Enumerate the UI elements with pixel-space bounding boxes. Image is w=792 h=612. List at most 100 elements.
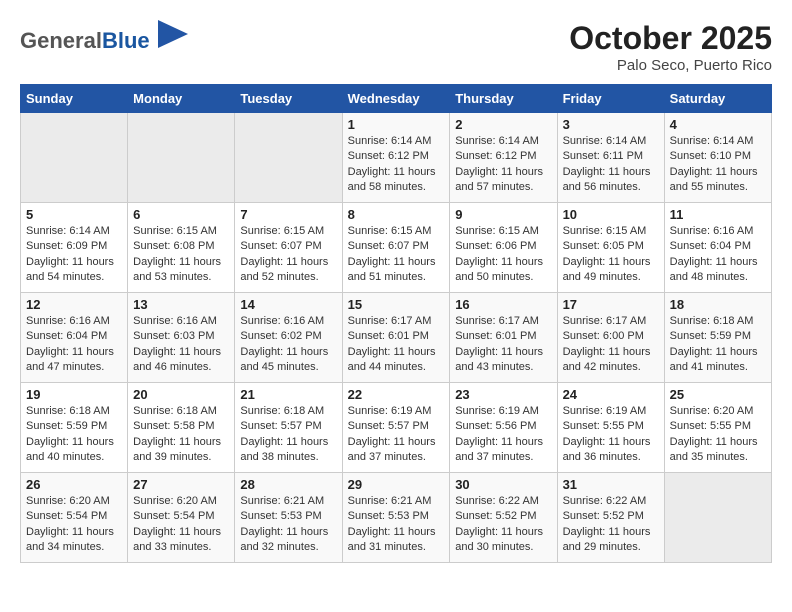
calendar-cell: 27Sunrise: 6:20 AM Sunset: 5:54 PM Dayli… xyxy=(128,473,235,563)
day-info: Sunrise: 6:16 AM Sunset: 6:04 PM Dayligh… xyxy=(26,314,122,376)
day-info: Sunrise: 6:14 AM Sunset: 6:09 PM Dayligh… xyxy=(26,224,122,286)
day-number: 6 xyxy=(133,207,229,222)
weekday-header-thursday: Thursday xyxy=(450,85,557,113)
day-info: Sunrise: 6:15 AM Sunset: 6:07 PM Dayligh… xyxy=(348,224,445,286)
calendar-cell: 1 Sunrise: 6:14 AM Sunset: 6:12 PM Daylig… xyxy=(342,113,450,203)
month-title: October 2025 xyxy=(569,20,772,57)
weekday-header-wednesday: Wednesday xyxy=(342,85,450,113)
day-info: Sunrise: 6:17 AM Sunset: 6:01 PM Dayligh… xyxy=(348,314,445,376)
calendar-cell: 9 Sunrise: 6:15 AM Sunset: 6:06 PM Daylig… xyxy=(450,203,557,293)
calendar-cell: 17Sunrise: 6:17 AM Sunset: 6:00 PM Dayli… xyxy=(557,293,664,383)
calendar-header: SundayMondayTuesdayWednesdayThursdayFrid… xyxy=(21,85,772,113)
weekday-header-row: SundayMondayTuesdayWednesdayThursdayFrid… xyxy=(21,85,772,113)
calendar-cell: 12 Sunrise: 6:16 AM Sunset: 6:04 PM Dayli… xyxy=(21,293,128,383)
day-info: Sunrise: 6:16 AM Sunset: 6:04 PM Dayligh… xyxy=(670,224,766,286)
day-info: Sunrise: 6:19 AM Sunset: 5:57 PM Dayligh… xyxy=(348,404,445,466)
day-info: Sunrise: 6:22 AM Sunset: 5:52 PM Dayligh… xyxy=(455,494,551,556)
calendar-cell: 29 Sunrise: 6:21 AM Sunset: 5:53 PM Dayli… xyxy=(342,473,450,563)
calendar-cell: 15 Sunrise: 6:17 AM Sunset: 6:01 PM Dayli… xyxy=(342,293,450,383)
calendar-cell: 26 Sunrise: 6:20 AM Sunset: 5:54 PM Dayli… xyxy=(21,473,128,563)
location-subtitle: Palo Seco, Puerto Rico xyxy=(569,57,772,74)
day-number: 11 xyxy=(670,207,766,222)
day-info: Sunrise: 6:18 AM Sunset: 5:58 PM Dayligh… xyxy=(133,404,229,466)
day-number: 26 xyxy=(26,477,122,492)
day-number: 28 xyxy=(240,477,336,492)
calendar-cell xyxy=(235,113,342,203)
day-number: 1 xyxy=(348,117,445,132)
calendar-cell: 3 Sunrise: 6:14 AM Sunset: 6:11 PM Daylig… xyxy=(557,113,664,203)
logo-arrow-icon xyxy=(158,20,188,48)
day-info: Sunrise: 6:19 AM Sunset: 5:56 PM Dayligh… xyxy=(455,404,551,466)
day-number: 7 xyxy=(240,207,336,222)
calendar-cell: 19 Sunrise: 6:18 AM Sunset: 5:59 PM Dayli… xyxy=(21,383,128,473)
calendar-cell: 21Sunrise: 6:18 AM Sunset: 5:57 PM Dayli… xyxy=(235,383,342,473)
day-number: 2 xyxy=(455,117,551,132)
day-number: 21 xyxy=(240,387,336,402)
calendar-cell xyxy=(21,113,128,203)
day-info: Sunrise: 6:19 AM Sunset: 5:55 PM Dayligh… xyxy=(563,404,659,466)
title-block: October 2025 Palo Seco, Puerto Rico xyxy=(569,20,772,74)
calendar-cell xyxy=(128,113,235,203)
calendar-week-row: 26 Sunrise: 6:20 AM Sunset: 5:54 PM Dayli… xyxy=(21,473,772,563)
calendar-week-row: 12 Sunrise: 6:16 AM Sunset: 6:04 PM Dayli… xyxy=(21,293,772,383)
calendar-cell: 11 Sunrise: 6:16 AM Sunset: 6:04 PM Dayli… xyxy=(664,203,771,293)
day-info: Sunrise: 6:17 AM Sunset: 6:01 PM Dayligh… xyxy=(455,314,551,376)
day-info: Sunrise: 6:15 AM Sunset: 6:07 PM Dayligh… xyxy=(240,224,336,286)
day-info: Sunrise: 6:16 AM Sunset: 6:02 PM Dayligh… xyxy=(240,314,336,376)
day-number: 20 xyxy=(133,387,229,402)
calendar-week-row: 1 Sunrise: 6:14 AM Sunset: 6:12 PM Daylig… xyxy=(21,113,772,203)
weekday-header-tuesday: Tuesday xyxy=(235,85,342,113)
calendar-cell: 4 Sunrise: 6:14 AM Sunset: 6:10 PM Daylig… xyxy=(664,113,771,203)
calendar-body: 1 Sunrise: 6:14 AM Sunset: 6:12 PM Daylig… xyxy=(21,113,772,563)
day-number: 12 xyxy=(26,297,122,312)
day-number: 18 xyxy=(670,297,766,312)
day-number: 25 xyxy=(670,387,766,402)
logo-blue-text: Blue xyxy=(102,28,150,53)
day-info: Sunrise: 6:14 AM Sunset: 6:11 PM Dayligh… xyxy=(563,134,659,196)
calendar-cell: 6 Sunrise: 6:15 AM Sunset: 6:08 PM Daylig… xyxy=(128,203,235,293)
calendar-cell: 22 Sunrise: 6:19 AM Sunset: 5:57 PM Dayli… xyxy=(342,383,450,473)
calendar-cell: 30 Sunrise: 6:22 AM Sunset: 5:52 PM Dayli… xyxy=(450,473,557,563)
day-number: 10 xyxy=(563,207,659,222)
day-number: 4 xyxy=(670,117,766,132)
day-info: Sunrise: 6:20 AM Sunset: 5:54 PM Dayligh… xyxy=(26,494,122,556)
day-number: 9 xyxy=(455,207,551,222)
day-number: 23 xyxy=(455,387,551,402)
day-number: 14 xyxy=(240,297,336,312)
calendar-cell: 16Sunrise: 6:17 AM Sunset: 6:01 PM Dayli… xyxy=(450,293,557,383)
day-number: 29 xyxy=(348,477,445,492)
calendar-cell: 8Sunrise: 6:15 AM Sunset: 6:07 PM Daylig… xyxy=(342,203,450,293)
day-info: Sunrise: 6:18 AM Sunset: 5:59 PM Dayligh… xyxy=(26,404,122,466)
day-info: Sunrise: 6:14 AM Sunset: 6:10 PM Dayligh… xyxy=(670,134,766,196)
day-info: Sunrise: 6:15 AM Sunset: 6:06 PM Dayligh… xyxy=(455,224,551,286)
day-info: Sunrise: 6:15 AM Sunset: 6:08 PM Dayligh… xyxy=(133,224,229,286)
day-info: Sunrise: 6:22 AM Sunset: 5:52 PM Dayligh… xyxy=(563,494,659,556)
day-number: 15 xyxy=(348,297,445,312)
calendar-cell: 7 Sunrise: 6:15 AM Sunset: 6:07 PM Daylig… xyxy=(235,203,342,293)
day-info: Sunrise: 6:14 AM Sunset: 6:12 PM Dayligh… xyxy=(348,134,445,196)
calendar-cell: 24 Sunrise: 6:19 AM Sunset: 5:55 PM Dayli… xyxy=(557,383,664,473)
day-number: 19 xyxy=(26,387,122,402)
calendar-cell: 10 Sunrise: 6:15 AM Sunset: 6:05 PM Dayli… xyxy=(557,203,664,293)
calendar-cell: 13Sunrise: 6:16 AM Sunset: 6:03 PM Dayli… xyxy=(128,293,235,383)
calendar-cell: 14 Sunrise: 6:16 AM Sunset: 6:02 PM Dayli… xyxy=(235,293,342,383)
calendar-table: SundayMondayTuesdayWednesdayThursdayFrid… xyxy=(20,84,772,563)
weekday-header-friday: Friday xyxy=(557,85,664,113)
logo-general-text: General xyxy=(20,28,102,53)
weekday-header-monday: Monday xyxy=(128,85,235,113)
day-number: 24 xyxy=(563,387,659,402)
day-info: Sunrise: 6:15 AM Sunset: 6:05 PM Dayligh… xyxy=(563,224,659,286)
calendar-week-row: 5Sunrise: 6:14 AM Sunset: 6:09 PM Daylig… xyxy=(21,203,772,293)
calendar-cell: 2Sunrise: 6:14 AM Sunset: 6:12 PM Daylig… xyxy=(450,113,557,203)
logo: GeneralBlue xyxy=(20,20,188,53)
day-number: 3 xyxy=(563,117,659,132)
day-info: Sunrise: 6:21 AM Sunset: 5:53 PM Dayligh… xyxy=(348,494,445,556)
day-number: 22 xyxy=(348,387,445,402)
day-info: Sunrise: 6:21 AM Sunset: 5:53 PM Dayligh… xyxy=(240,494,336,556)
page-header: GeneralBlue October 2025 Palo Seco, Puer… xyxy=(20,20,772,74)
weekday-header-saturday: Saturday xyxy=(664,85,771,113)
day-info: Sunrise: 6:20 AM Sunset: 5:55 PM Dayligh… xyxy=(670,404,766,466)
calendar-cell xyxy=(664,473,771,563)
day-number: 30 xyxy=(455,477,551,492)
day-info: Sunrise: 6:18 AM Sunset: 5:59 PM Dayligh… xyxy=(670,314,766,376)
